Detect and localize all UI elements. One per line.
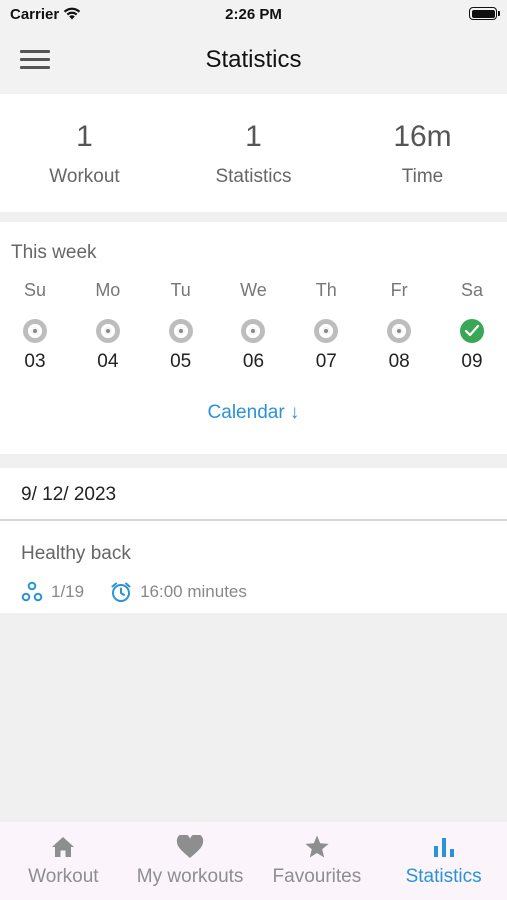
stat-value: 1 xyxy=(245,120,262,153)
day-date: 05 xyxy=(170,351,192,372)
workout-entry[interactable]: Healthy back 1/19 16:00 minutes xyxy=(0,521,507,613)
empty-day-icon xyxy=(95,319,120,343)
workout-duration: 16:00 minutes xyxy=(140,582,247,601)
history-date-header: 9/ 12/ 2023 xyxy=(0,468,507,521)
day-name: Sa xyxy=(460,280,483,300)
empty-day-icon xyxy=(314,319,339,343)
empty-day-icon xyxy=(387,319,412,343)
day-tu[interactable]: Tu 05 xyxy=(156,280,206,373)
tab-label: Favourites xyxy=(272,866,362,887)
heart-icon xyxy=(176,835,204,858)
summary-card: 1 Workout 1 Statistics 16m Time xyxy=(0,94,507,212)
day-th[interactable]: Th 07 xyxy=(301,280,351,373)
tab-my-workouts[interactable]: My workouts xyxy=(127,822,254,900)
tab-label: My workouts xyxy=(136,866,244,887)
day-name: Tu xyxy=(170,280,191,300)
history-date: 9/ 12/ 2023 xyxy=(21,484,117,505)
tab-statistics[interactable]: Statistics xyxy=(380,822,507,900)
stat-value: 1 xyxy=(76,120,93,153)
tab-label: Statistics xyxy=(405,866,482,887)
stat-time: 16m Time xyxy=(338,94,507,212)
day-su[interactable]: Su 03 xyxy=(10,280,60,373)
calendar-link[interactable]: Calendar ↓ xyxy=(0,402,507,424)
status-bar: Carrier 2:26 PM xyxy=(0,0,507,30)
day-date: 07 xyxy=(315,351,337,372)
check-circle-icon xyxy=(459,319,484,343)
day-fr[interactable]: Fr 08 xyxy=(374,280,424,373)
tab-favourites[interactable]: Favourites xyxy=(254,822,381,900)
day-date: 06 xyxy=(242,351,265,372)
stat-label: Workout xyxy=(49,166,120,187)
tab-label: Workout xyxy=(28,866,99,887)
alarm-clock-icon xyxy=(111,582,131,602)
day-name: Mo xyxy=(95,280,121,300)
day-date: 04 xyxy=(97,351,119,372)
week-days: Su 03 Mo 04 Tu 05 We 06 Th 07 Fr 08 Sa 09 xyxy=(10,280,497,373)
nav-bar: Statistics xyxy=(0,30,507,94)
day-name: Th xyxy=(315,280,337,300)
empty-day-icon xyxy=(168,319,193,343)
workout-title: Healthy back xyxy=(21,543,131,564)
battery-icon xyxy=(469,7,500,20)
day-name: We xyxy=(240,280,267,300)
empty-day-icon xyxy=(23,319,47,343)
exercises-icon xyxy=(21,581,43,602)
day-date: 08 xyxy=(388,351,410,372)
day-sa[interactable]: Sa 09 xyxy=(447,280,497,373)
day-we[interactable]: We 06 xyxy=(228,280,278,373)
day-name: Su xyxy=(23,280,47,300)
stat-label: Statistics xyxy=(215,166,292,187)
day-date: 09 xyxy=(461,351,483,372)
home-icon xyxy=(52,837,75,857)
bar-chart-icon xyxy=(433,838,454,857)
clock: 2:26 PM xyxy=(225,6,282,23)
stat-statistics: 1 Statistics xyxy=(169,94,338,212)
day-date: 03 xyxy=(24,351,46,372)
stat-value: 16m xyxy=(393,120,452,153)
tab-bar: Workout My workouts Favourites Statistic… xyxy=(0,822,507,900)
page-title: Statistics xyxy=(205,46,302,73)
week-card: This week Su 03 Mo 04 Tu 05 We 06 Th 07 Fr 08 Sa 09 C… xyxy=(0,222,507,454)
empty-day-icon xyxy=(241,319,266,343)
day-mo[interactable]: Mo 04 xyxy=(83,280,133,373)
week-title: This week xyxy=(11,242,97,263)
workout-meta: 1/19 16:00 minutes xyxy=(21,581,247,603)
exercises-count: 1/19 xyxy=(51,582,85,601)
star-icon xyxy=(305,835,329,858)
stat-label: Time xyxy=(401,166,444,187)
stat-workouts: 1 Workout xyxy=(0,94,169,212)
tab-workout[interactable]: Workout xyxy=(0,822,127,900)
day-name: Fr xyxy=(390,280,408,300)
